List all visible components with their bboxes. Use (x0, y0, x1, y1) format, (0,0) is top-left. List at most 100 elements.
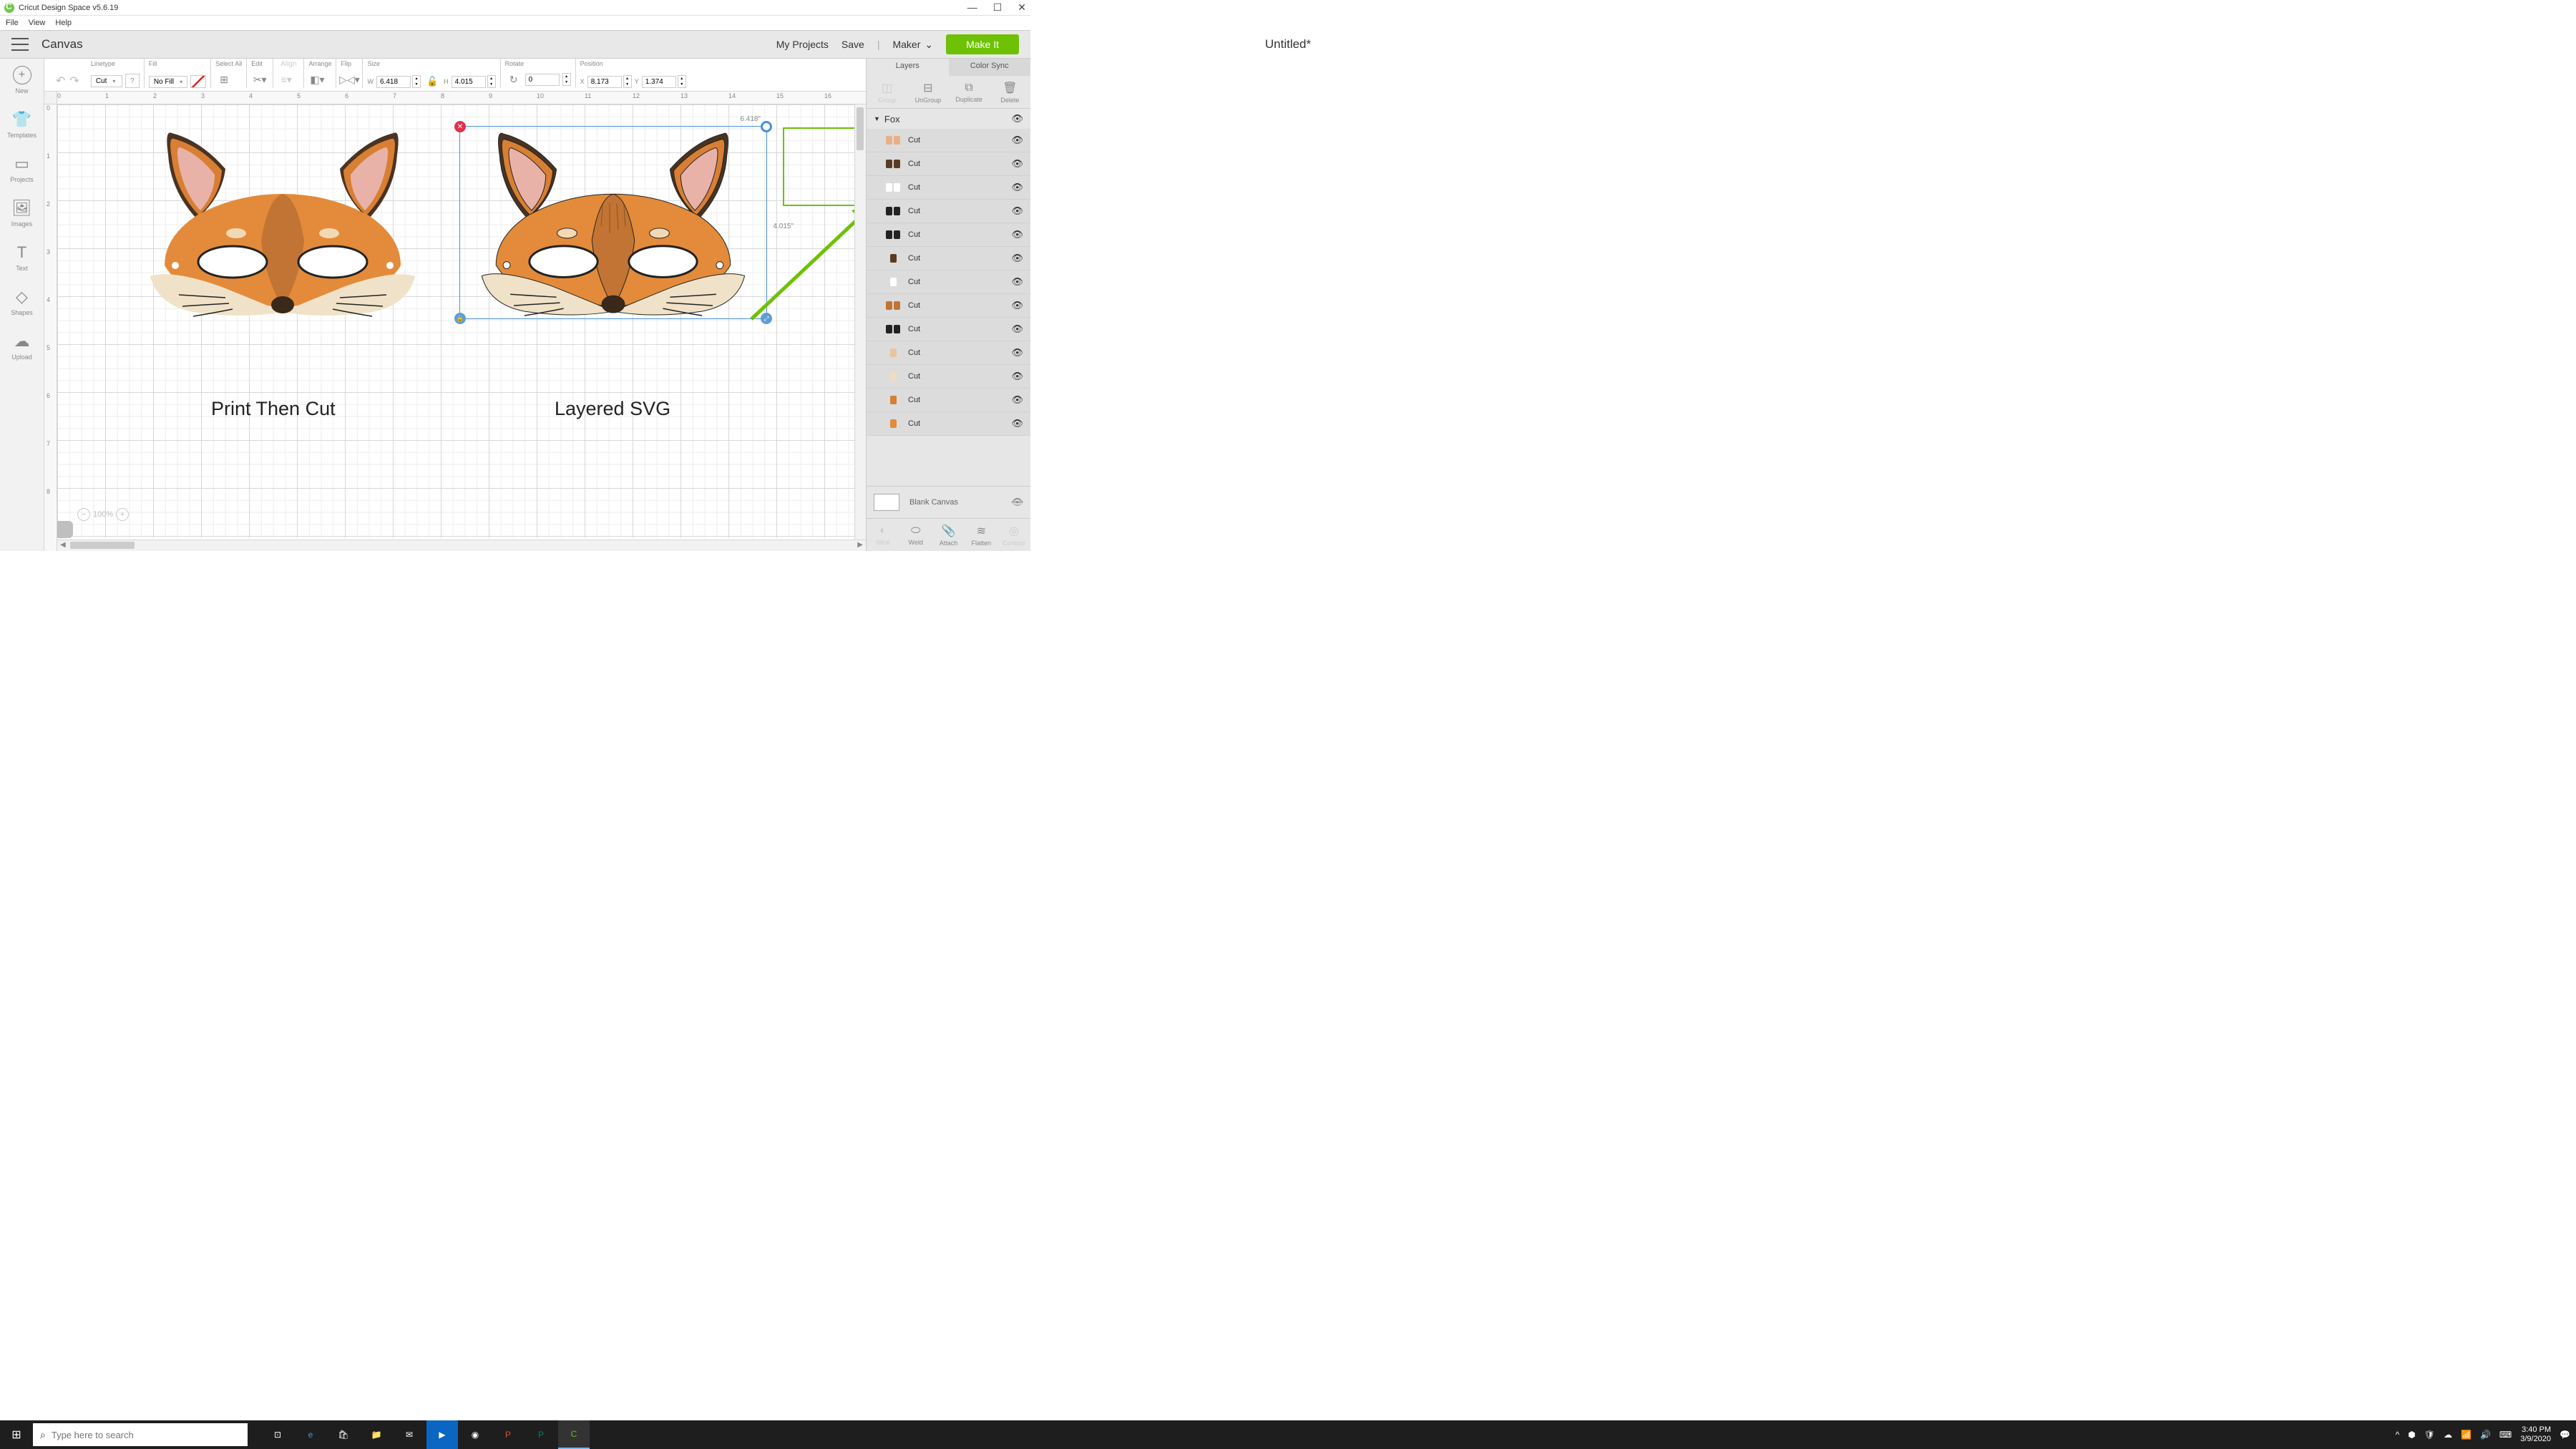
layer-row[interactable]: Cut👁 (867, 365, 1030, 389)
height-input[interactable] (452, 76, 486, 88)
layer-visibility-icon[interactable]: 👁 (1011, 158, 1023, 170)
zoom-out-button[interactable]: − (77, 508, 90, 521)
canvas-grid[interactable]: ✕ 🔒 ⤢ 6.418" 4.015" (57, 104, 866, 538)
lock-aspect-icon[interactable]: 🔓 (426, 76, 438, 87)
visibility-icon[interactable]: 👁 (1011, 113, 1023, 125)
x-spinner[interactable]: ▴▾ (623, 75, 632, 88)
menu-file[interactable]: File (6, 19, 19, 27)
tray-keyboard-icon[interactable]: ⌨ (2499, 1430, 2512, 1440)
tray-volume-icon[interactable]: 🔊 (2480, 1430, 2491, 1440)
sidebar-projects[interactable]: ▭ Projects (10, 155, 34, 183)
rotate-spinner[interactable]: ▴▾ (562, 73, 571, 86)
task-view-icon[interactable]: ⊡ (262, 1420, 293, 1449)
layer-row[interactable]: Cut👁 (867, 318, 1030, 341)
layer-visibility-icon[interactable]: 👁 (1011, 182, 1023, 193)
tray-onedrive-icon[interactable]: ☁ (2444, 1430, 2452, 1440)
app-blue-icon[interactable]: ▶ (426, 1420, 458, 1449)
layer-group-header[interactable]: ▼ Fox 👁 (867, 109, 1030, 129)
layer-visibility-icon[interactable]: 👁 (1011, 276, 1023, 288)
rotate-handle[interactable] (761, 121, 772, 132)
ungroup-button[interactable]: ⊟UnGroup (907, 76, 948, 108)
layer-row[interactable]: Cut👁 (867, 152, 1030, 176)
maximize-button[interactable]: ☐ (993, 1, 1002, 14)
nav-canvas[interactable]: Canvas (42, 37, 83, 52)
nav-save[interactable]: Save (841, 39, 864, 50)
horizontal-scrollbar[interactable]: ◀ ▶ (57, 540, 866, 551)
layer-row[interactable]: Cut👁 (867, 200, 1030, 223)
attach-button[interactable]: 📎Attach (932, 519, 965, 551)
publisher-icon[interactable]: P (525, 1420, 557, 1449)
layer-visibility-icon[interactable]: 👁 (1011, 205, 1023, 217)
flip-dropdown[interactable]: ▷◁▾ (341, 71, 358, 88)
h-scroll-thumb[interactable] (70, 542, 135, 549)
tab-color-sync[interactable]: Color Sync (949, 59, 1031, 76)
layer-visibility-icon[interactable]: 👁 (1011, 229, 1023, 240)
sidebar-images[interactable]: 🖼 Images (11, 199, 33, 228)
search-input[interactable] (52, 1430, 240, 1440)
layer-row[interactable]: Cut👁 (867, 247, 1030, 270)
selection-box[interactable]: ✕ 🔒 ⤢ 6.418" 4.015" (459, 126, 767, 319)
mail-icon[interactable]: ✉ (394, 1420, 425, 1449)
layer-visibility-icon[interactable]: 👁 (1011, 347, 1023, 358)
machine-dropdown[interactable]: Maker ⌄ (892, 39, 933, 51)
layer-row[interactable]: Cut👁 (867, 341, 1030, 365)
zoom-in-button[interactable]: + (116, 508, 129, 521)
layer-visibility-icon[interactable]: 👁 (1011, 135, 1023, 146)
tray-wifi-icon[interactable]: 📶 (2461, 1430, 2472, 1440)
explorer-icon[interactable]: 📁 (361, 1420, 392, 1449)
arrange-dropdown[interactable]: ◧▾ (308, 71, 326, 88)
width-input[interactable] (376, 76, 411, 88)
layer-visibility-icon[interactable]: 👁 (1011, 253, 1023, 264)
cricut-app-icon[interactable]: C (558, 1420, 590, 1449)
height-spinner[interactable]: ▴▾ (487, 75, 496, 88)
blank-visibility-icon[interactable]: 👁 (1011, 497, 1023, 508)
tab-layers[interactable]: Layers (867, 59, 949, 76)
redo-button[interactable]: ↷ (69, 74, 79, 88)
taskbar-clock[interactable]: 3:40 PM 3/9/2020 (2520, 1425, 2551, 1444)
layer-visibility-icon[interactable]: 👁 (1011, 418, 1023, 429)
sidebar-new[interactable]: + New (13, 66, 31, 94)
menu-view[interactable]: View (29, 19, 46, 27)
nav-my-projects[interactable]: My Projects (776, 39, 829, 50)
layer-row[interactable]: Cut👁 (867, 294, 1030, 318)
lock-handle[interactable]: 🔒 (454, 313, 466, 324)
menu-toggle-icon[interactable] (11, 38, 29, 51)
layer-visibility-icon[interactable]: 👁 (1011, 300, 1023, 311)
select-all-button[interactable]: ⊞ (215, 71, 233, 88)
store-icon[interactable]: 🛍 (328, 1420, 359, 1449)
fill-dropdown[interactable]: No Fill (149, 76, 187, 88)
weld-button[interactable]: ⬭Weld (899, 519, 932, 551)
tray-dropbox-icon[interactable]: ⬢ (2408, 1430, 2415, 1440)
tray-chevron-icon[interactable]: ^ (2396, 1430, 2400, 1440)
make-it-button[interactable]: Make It (946, 34, 1019, 54)
vertical-scrollbar[interactable] (854, 104, 866, 540)
layer-row[interactable]: Cut👁 (867, 129, 1030, 152)
delete-button[interactable]: 🗑Delete (990, 76, 1030, 108)
menu-help[interactable]: Help (55, 19, 72, 27)
width-spinner[interactable]: ▴▾ (412, 75, 421, 88)
minimize-button[interactable]: — (967, 1, 977, 14)
start-button[interactable]: ⊞ (0, 1420, 33, 1449)
chrome-icon[interactable]: ◉ (459, 1420, 491, 1449)
powerpoint-icon[interactable]: P (492, 1420, 524, 1449)
layer-row[interactable]: Cut👁 (867, 389, 1030, 412)
tray-notifications-icon[interactable]: 💬 (2560, 1430, 2570, 1440)
rotate-input[interactable] (525, 74, 560, 86)
edit-dropdown[interactable]: ✂▾ (251, 71, 268, 88)
edge-icon[interactable]: e (295, 1420, 326, 1449)
layer-visibility-icon[interactable]: 👁 (1011, 323, 1023, 335)
y-input[interactable] (642, 76, 676, 88)
sidebar-templates[interactable]: 👕 Templates (7, 110, 36, 139)
y-spinner[interactable]: ▴▾ (678, 75, 686, 88)
delete-handle[interactable]: ✕ (454, 121, 466, 132)
fox-mask-print[interactable] (129, 126, 436, 319)
layer-visibility-icon[interactable]: 👁 (1011, 394, 1023, 406)
scroll-right-icon[interactable]: ▶ (857, 541, 863, 549)
sidebar-shapes[interactable]: ◇ Shapes (11, 288, 33, 316)
layer-row[interactable]: Cut👁 (867, 270, 1030, 294)
layer-row[interactable]: Cut👁 (867, 176, 1030, 200)
linetype-dropdown[interactable]: Cut (91, 75, 122, 87)
layer-visibility-icon[interactable]: 👁 (1011, 371, 1023, 382)
linetype-info[interactable]: ? (125, 74, 140, 88)
v-scroll-thumb[interactable] (857, 107, 864, 150)
